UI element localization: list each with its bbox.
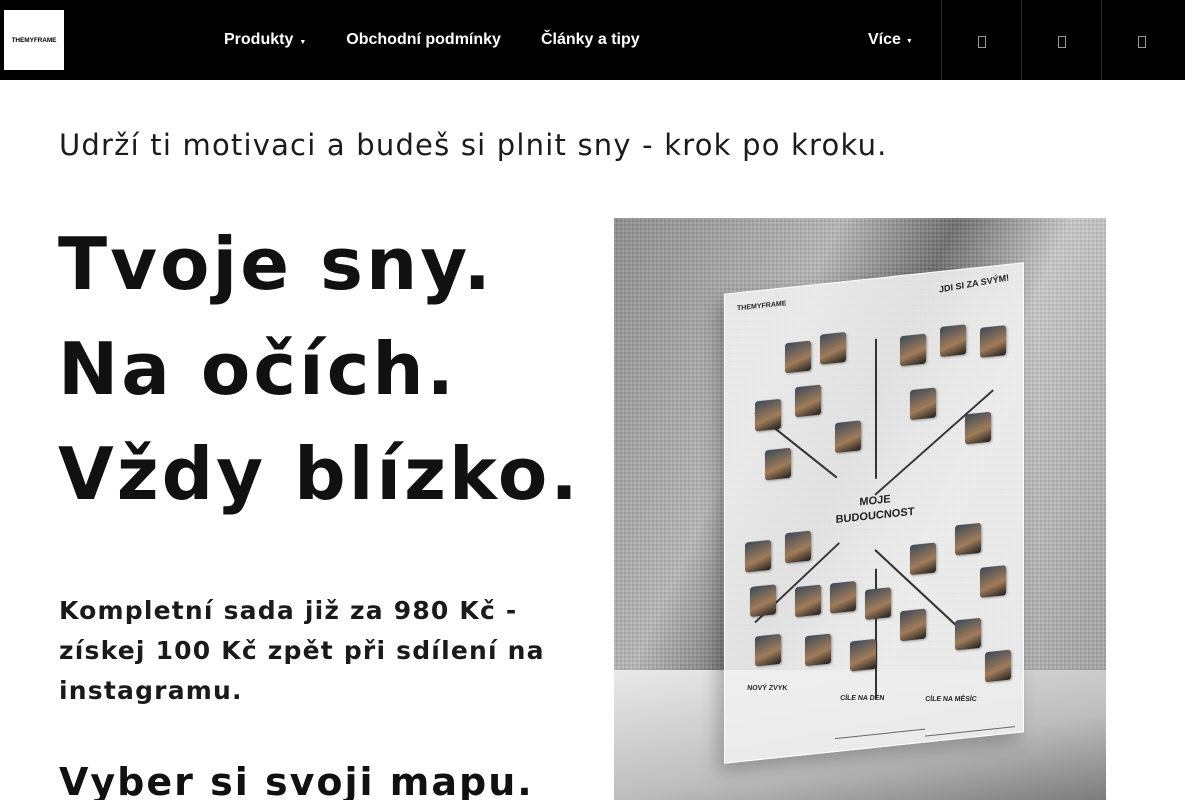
hero-cta-text: Vyber si svoji mapu. [59,760,534,800]
nav-item-produkty[interactable]: Produkty ▼ [224,31,306,49]
nav-item-label: Produkty [224,31,294,48]
search-icon [977,36,986,48]
chevron-down-icon: ▼ [299,38,307,46]
hero-headline-1: Tvoje sny. [58,222,494,306]
board-label-habit: NOVÝ ZVYK [746,685,788,693]
board-photo [900,333,926,367]
board-photo [785,340,811,374]
board-photo [820,331,846,365]
board-photo [795,384,821,418]
nav-more-button[interactable]: Více ▼ [868,0,913,80]
hero-headline-3: Vždy blízko. [58,432,581,516]
board-photo [910,542,936,576]
board-brand: THEMYFRAME [737,300,787,313]
hero-tagline: Udrží ti motivaci a budeš si plnit sny -… [59,128,888,162]
board-photo [785,530,811,564]
board-photo [765,447,791,481]
board-photo [745,539,771,573]
board-label-month: CÍLE NA MĚSÍC [924,695,978,703]
board-photo [755,398,781,432]
hero-offer: Kompletní sada již za 980 Kč - získej 10… [59,596,545,705]
board-photo [755,633,781,667]
main-nav: Produkty ▼ Obchodní podmínky Články a ti… [224,0,680,80]
nav-item-obchodni-podminky[interactable]: Obchodní podmínky [346,31,501,49]
board-photo [955,617,981,651]
account-button[interactable] [1021,0,1101,80]
board-photo [900,608,926,642]
board-photo [955,522,981,556]
board-photo [940,324,966,358]
scrollbar[interactable] [1185,0,1200,800]
board-photo [910,387,936,421]
product-photo: THEMYFRAME JDI SI ZA SVÝM! MOJE BUDOUCNO… [614,218,1106,800]
board-photo [805,633,831,667]
board-photo [750,584,776,618]
board-photo [865,587,891,620]
nav-item-clanky-a-tipy[interactable]: Články a tipy [541,31,640,49]
board-photo [830,580,856,614]
cart-icon [1137,36,1146,48]
board-photo [835,420,861,454]
cart-button[interactable] [1101,0,1181,80]
board-slogan: JDI SI ZA SVÝM! [938,272,1010,295]
vision-board: THEMYFRAME JDI SI ZA SVÝM! MOJE BUDOUCNO… [724,262,1024,764]
board-photo [985,649,1011,683]
board-divider [875,338,877,479]
logo[interactable]: THEMYFRAME [4,10,64,70]
hero-headline-2: Na očích. [58,327,458,411]
board-label-day: CÍLE NA DEN [839,695,885,703]
search-button[interactable] [941,0,1021,80]
nav-item-label: Obchodní podmínky [346,31,501,48]
nav-more-label: Více [868,31,901,48]
board-photo [980,565,1006,598]
board-photo [980,325,1006,358]
chevron-down-icon: ▼ [905,37,913,45]
logo-text: THEMYFRAME [11,36,57,44]
nav-item-label: Články a tipy [540,31,640,48]
board-writing-line [835,728,925,740]
site-header: THEMYFRAME Produkty ▼ Obchodní podmínky … [0,0,1185,80]
board-photo [850,638,876,672]
board-photo [965,411,991,445]
user-icon [1057,36,1066,48]
board-photo [795,584,821,618]
